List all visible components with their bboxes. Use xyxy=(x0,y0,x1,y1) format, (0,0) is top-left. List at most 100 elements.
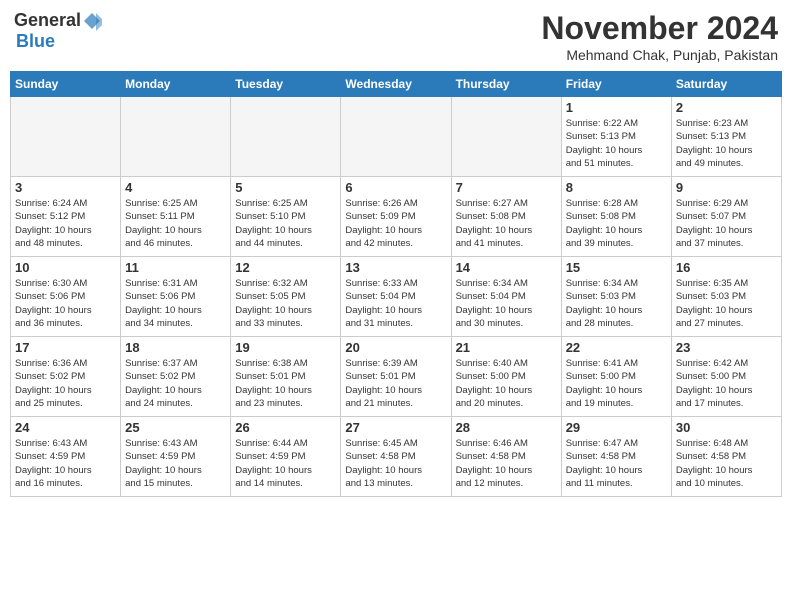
logo-blue-text: Blue xyxy=(16,31,55,52)
day-info: Sunrise: 6:48 AM Sunset: 4:58 PM Dayligh… xyxy=(676,437,777,490)
weekday-header: Monday xyxy=(121,72,231,97)
day-info: Sunrise: 6:23 AM Sunset: 5:13 PM Dayligh… xyxy=(676,117,777,170)
calendar-week-row: 1Sunrise: 6:22 AM Sunset: 5:13 PM Daylig… xyxy=(11,97,782,177)
day-info: Sunrise: 6:34 AM Sunset: 5:04 PM Dayligh… xyxy=(456,277,557,330)
calendar-cell: 28Sunrise: 6:46 AM Sunset: 4:58 PM Dayli… xyxy=(451,417,561,497)
day-info: Sunrise: 6:45 AM Sunset: 4:58 PM Dayligh… xyxy=(345,437,446,490)
day-number: 14 xyxy=(456,260,557,275)
weekday-header-row: SundayMondayTuesdayWednesdayThursdayFrid… xyxy=(11,72,782,97)
day-info: Sunrise: 6:22 AM Sunset: 5:13 PM Dayligh… xyxy=(566,117,667,170)
day-info: Sunrise: 6:43 AM Sunset: 4:59 PM Dayligh… xyxy=(125,437,226,490)
calendar-week-row: 10 Sunrise: 6:30 AM Sunset: 5:06 PM Dayli… xyxy=(11,257,782,337)
day-info: Sunrise: 6:31 AM Sunset: 5:06 PM Dayligh… xyxy=(125,277,226,330)
calendar-cell: 18 Sunrise: 6:37 AM Sunset: 5:02 PM Dayli… xyxy=(121,337,231,417)
calendar-cell: 7 Sunrise: 6:27 AM Sunset: 5:08 PM Daylig… xyxy=(451,177,561,257)
day-info: Sunrise: 6:29 AM Sunset: 5:07 PM Dayligh… xyxy=(676,197,777,250)
calendar-cell: 6Sunrise: 6:26 AM Sunset: 5:09 PM Daylig… xyxy=(341,177,451,257)
calendar-cell: 3Sunrise: 6:24 AM Sunset: 5:12 PM Daylig… xyxy=(11,177,121,257)
calendar-table: SundayMondayTuesdayWednesdayThursdayFrid… xyxy=(10,71,782,497)
calendar-cell: 22Sunrise: 6:41 AM Sunset: 5:00 PM Dayli… xyxy=(561,337,671,417)
day-info: Sunrise: 6:46 AM Sunset: 4:58 PM Dayligh… xyxy=(456,437,557,490)
day-number: 27 xyxy=(345,420,446,435)
day-info: Sunrise: 6:27 AM Sunset: 5:08 PM Dayligh… xyxy=(456,197,557,250)
day-number: 19 xyxy=(235,340,336,355)
day-number: 18 xyxy=(125,340,226,355)
weekday-header: Thursday xyxy=(451,72,561,97)
day-number: 2 xyxy=(676,100,777,115)
day-number: 13 xyxy=(345,260,446,275)
day-number: 9 xyxy=(676,180,777,195)
weekday-header: Wednesday xyxy=(341,72,451,97)
calendar-cell: 19 Sunrise: 6:38 AM Sunset: 5:01 PM Dayli… xyxy=(231,337,341,417)
day-number: 4 xyxy=(125,180,226,195)
logo-icon xyxy=(82,11,102,31)
calendar-cell: 24Sunrise: 6:43 AM Sunset: 4:59 PM Dayli… xyxy=(11,417,121,497)
day-number: 11 xyxy=(125,260,226,275)
calendar-cell xyxy=(231,97,341,177)
calendar-cell: 4 Sunrise: 6:25 AM Sunset: 5:11 PM Daylig… xyxy=(121,177,231,257)
day-info: Sunrise: 6:30 AM Sunset: 5:06 PM Dayligh… xyxy=(15,277,116,330)
day-info: Sunrise: 6:39 AM Sunset: 5:01 PM Dayligh… xyxy=(345,357,446,410)
calendar-cell: 5 Sunrise: 6:25 AM Sunset: 5:10 PM Daylig… xyxy=(231,177,341,257)
calendar-cell xyxy=(341,97,451,177)
calendar-cell: 23 Sunrise: 6:42 AM Sunset: 5:00 PM Dayli… xyxy=(671,337,781,417)
day-info: Sunrise: 6:41 AM Sunset: 5:00 PM Dayligh… xyxy=(566,357,667,410)
day-number: 29 xyxy=(566,420,667,435)
calendar-cell: 27 Sunrise: 6:45 AM Sunset: 4:58 PM Dayli… xyxy=(341,417,451,497)
weekday-header: Tuesday xyxy=(231,72,341,97)
weekday-header: Friday xyxy=(561,72,671,97)
day-info: Sunrise: 6:25 AM Sunset: 5:11 PM Dayligh… xyxy=(125,197,226,250)
calendar-cell xyxy=(121,97,231,177)
day-number: 25 xyxy=(125,420,226,435)
day-number: 5 xyxy=(235,180,336,195)
day-number: 26 xyxy=(235,420,336,435)
calendar-cell: 16 Sunrise: 6:35 AM Sunset: 5:03 PM Dayli… xyxy=(671,257,781,337)
day-number: 8 xyxy=(566,180,667,195)
calendar-cell: 8 Sunrise: 6:28 AM Sunset: 5:08 PM Daylig… xyxy=(561,177,671,257)
day-info: Sunrise: 6:36 AM Sunset: 5:02 PM Dayligh… xyxy=(15,357,116,410)
calendar-cell: 11 Sunrise: 6:31 AM Sunset: 5:06 PM Dayli… xyxy=(121,257,231,337)
calendar-cell: 14 Sunrise: 6:34 AM Sunset: 5:04 PM Dayli… xyxy=(451,257,561,337)
weekday-header: Sunday xyxy=(11,72,121,97)
day-number: 10 xyxy=(15,260,116,275)
day-info: Sunrise: 6:42 AM Sunset: 5:00 PM Dayligh… xyxy=(676,357,777,410)
calendar-week-row: 3Sunrise: 6:24 AM Sunset: 5:12 PM Daylig… xyxy=(11,177,782,257)
calendar-cell: 1Sunrise: 6:22 AM Sunset: 5:13 PM Daylig… xyxy=(561,97,671,177)
calendar-cell: 30 Sunrise: 6:48 AM Sunset: 4:58 PM Dayli… xyxy=(671,417,781,497)
day-number: 16 xyxy=(676,260,777,275)
day-number: 3 xyxy=(15,180,116,195)
calendar-cell: 13 Sunrise: 6:33 AM Sunset: 5:04 PM Dayli… xyxy=(341,257,451,337)
day-info: Sunrise: 6:38 AM Sunset: 5:01 PM Dayligh… xyxy=(235,357,336,410)
calendar-cell: 9 Sunrise: 6:29 AM Sunset: 5:07 PM Daylig… xyxy=(671,177,781,257)
day-number: 15 xyxy=(566,260,667,275)
calendar-week-row: 24Sunrise: 6:43 AM Sunset: 4:59 PM Dayli… xyxy=(11,417,782,497)
day-number: 23 xyxy=(676,340,777,355)
day-number: 21 xyxy=(456,340,557,355)
day-info: Sunrise: 6:44 AM Sunset: 4:59 PM Dayligh… xyxy=(235,437,336,490)
calendar-cell: 20Sunrise: 6:39 AM Sunset: 5:01 PM Dayli… xyxy=(341,337,451,417)
day-info: Sunrise: 6:25 AM Sunset: 5:10 PM Dayligh… xyxy=(235,197,336,250)
day-number: 17 xyxy=(15,340,116,355)
day-info: Sunrise: 6:43 AM Sunset: 4:59 PM Dayligh… xyxy=(15,437,116,490)
day-info: Sunrise: 6:35 AM Sunset: 5:03 PM Dayligh… xyxy=(676,277,777,330)
calendar-cell: 2 Sunrise: 6:23 AM Sunset: 5:13 PM Daylig… xyxy=(671,97,781,177)
day-number: 30 xyxy=(676,420,777,435)
day-info: Sunrise: 6:26 AM Sunset: 5:09 PM Dayligh… xyxy=(345,197,446,250)
logo-general-text: General xyxy=(14,10,81,31)
calendar-week-row: 17 Sunrise: 6:36 AM Sunset: 5:02 PM Dayli… xyxy=(11,337,782,417)
day-info: Sunrise: 6:37 AM Sunset: 5:02 PM Dayligh… xyxy=(125,357,226,410)
day-info: Sunrise: 6:34 AM Sunset: 5:03 PM Dayligh… xyxy=(566,277,667,330)
day-info: Sunrise: 6:28 AM Sunset: 5:08 PM Dayligh… xyxy=(566,197,667,250)
calendar-cell: 15 Sunrise: 6:34 AM Sunset: 5:03 PM Dayli… xyxy=(561,257,671,337)
day-number: 12 xyxy=(235,260,336,275)
calendar-cell: 26 Sunrise: 6:44 AM Sunset: 4:59 PM Dayli… xyxy=(231,417,341,497)
calendar-cell: 21 Sunrise: 6:40 AM Sunset: 5:00 PM Dayli… xyxy=(451,337,561,417)
page-header: General Blue November 2024 Mehmand Chak,… xyxy=(10,10,782,63)
logo: General Blue xyxy=(14,10,102,52)
day-number: 7 xyxy=(456,180,557,195)
location: Mehmand Chak, Punjab, Pakistan xyxy=(541,47,778,63)
calendar-cell: 10 Sunrise: 6:30 AM Sunset: 5:06 PM Dayli… xyxy=(11,257,121,337)
day-info: Sunrise: 6:33 AM Sunset: 5:04 PM Dayligh… xyxy=(345,277,446,330)
calendar-cell: 12Sunrise: 6:32 AM Sunset: 5:05 PM Dayli… xyxy=(231,257,341,337)
day-info: Sunrise: 6:40 AM Sunset: 5:00 PM Dayligh… xyxy=(456,357,557,410)
